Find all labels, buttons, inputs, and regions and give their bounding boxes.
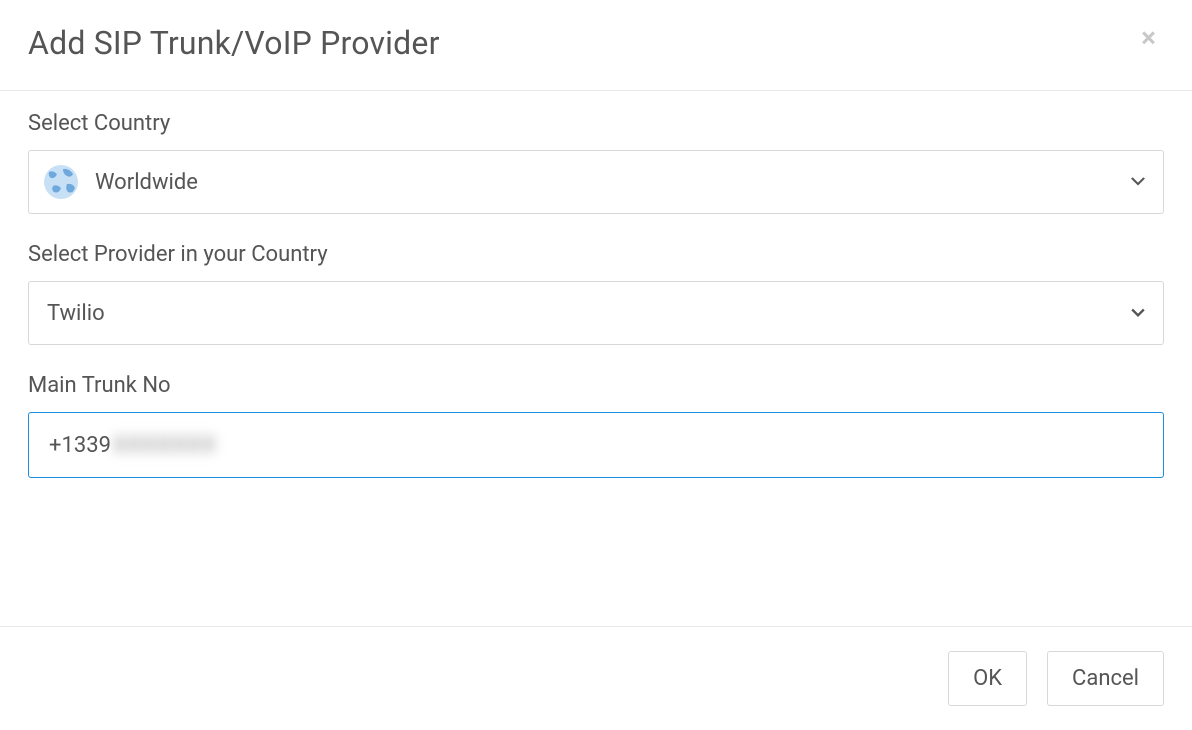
- country-group: Select Country Worldwide: [28, 111, 1164, 214]
- trunk-group: Main Trunk No +1339XXXXXXX: [28, 373, 1164, 478]
- modal-footer: OK Cancel: [0, 626, 1192, 730]
- modal-body: Select Country Worldwide Se: [0, 91, 1192, 626]
- provider-dropdown[interactable]: Twilio: [28, 281, 1164, 345]
- country-label: Select Country: [28, 111, 1164, 136]
- trunk-input[interactable]: +1339XXXXXXX: [28, 412, 1164, 478]
- modal-title: Add SIP Trunk/VoIP Provider: [28, 24, 440, 62]
- country-value: Worldwide: [95, 170, 1131, 195]
- provider-value: Twilio: [47, 301, 1131, 326]
- ok-button[interactable]: OK: [948, 651, 1027, 706]
- country-dropdown[interactable]: Worldwide: [28, 150, 1164, 214]
- provider-label: Select Provider in your Country: [28, 242, 1164, 267]
- modal-header: Add SIP Trunk/VoIP Provider ×: [0, 0, 1192, 91]
- trunk-label: Main Trunk No: [28, 373, 1164, 398]
- trunk-value-visible: +1339: [49, 433, 111, 458]
- provider-group: Select Provider in your Country Twilio: [28, 242, 1164, 345]
- cancel-button[interactable]: Cancel: [1047, 651, 1164, 706]
- chevron-down-icon: [1131, 177, 1145, 187]
- trunk-value-redacted: XXXXXXX: [113, 433, 217, 458]
- close-icon[interactable]: ×: [1133, 20, 1164, 56]
- globe-icon: [43, 164, 79, 200]
- add-sip-trunk-modal: Add SIP Trunk/VoIP Provider × Select Cou…: [0, 0, 1192, 730]
- chevron-down-icon: [1131, 308, 1145, 318]
